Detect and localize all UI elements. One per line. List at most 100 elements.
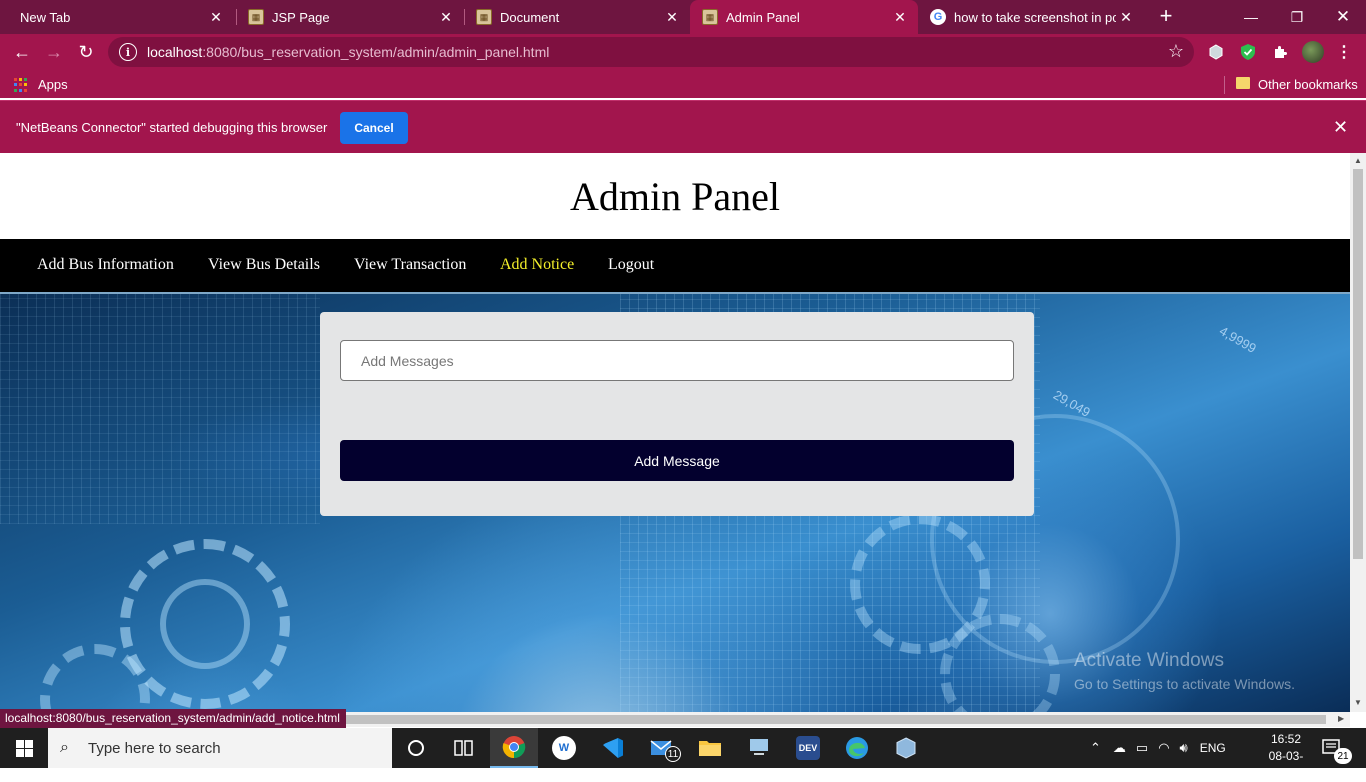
tab-close-icon[interactable]: ✕ [436,9,456,26]
dev-app-icon[interactable]: DEV [784,728,832,768]
tab-document[interactable]: ▦ Document ✕ [464,0,690,34]
bookmarks-divider [1224,76,1225,94]
bookmark-star-icon[interactable]: ☆ [1168,41,1184,62]
message-input[interactable] [340,340,1014,381]
extensions-puzzle-icon[interactable] [1270,42,1290,62]
vscode-icon[interactable] [589,728,637,768]
gear-hub-icon [160,579,250,669]
tab-label: JSP Page [272,9,330,25]
nav-add-notice[interactable]: Add Notice [500,256,574,274]
url-text[interactable]: localhost:8080/bus_reservation_system/ad… [147,44,549,60]
notification-center-icon[interactable]: 21 [1322,728,1352,768]
tab-label: New Tab [20,9,71,25]
tab-close-icon[interactable]: ✕ [1116,9,1136,26]
close-window-icon[interactable]: ✕ [1320,0,1366,34]
tab-close-icon[interactable]: ✕ [890,9,910,26]
infobar-message: "NetBeans Connector" started debugging t… [16,120,328,135]
tab-favicon-icon: ▦ [248,9,264,25]
cancel-debug-button[interactable]: Cancel [340,112,408,144]
clock-time: 16:52 [1270,732,1302,746]
address-bar[interactable]: i localhost:8080/bus_reservation_system/… [108,37,1194,67]
tab-admin-panel[interactable]: ▦ Admin Panel ✕ [690,0,918,34]
other-bookmarks[interactable]: Other bookmarks [1258,77,1358,92]
system-tray: ⌃ ☁ ▭ ◠ 🔊︎ ENG [1090,728,1226,768]
tab-close-icon[interactable]: ✕ [206,9,226,26]
mail-icon[interactable]: 11 [637,728,685,768]
vertical-scrollbar[interactable]: ▲ ▼ [1350,153,1366,712]
restore-icon[interactable]: ❐ [1274,0,1320,34]
task-view-icon[interactable] [440,728,488,768]
page-viewport: Admin Panel Add Bus Information View Bus… [0,153,1350,712]
back-arrow-icon[interactable]: ← [8,38,36,66]
onedrive-cloud-icon[interactable]: ☁ [1113,740,1126,756]
admin-navbar: Add Bus Information View Bus Details Vie… [0,239,1350,292]
nav-logout[interactable]: Logout [608,256,654,274]
tab-google-search[interactable]: G how to take screenshot in pc - ✕ [918,0,1144,34]
browser-tab-strip: New Tab ✕ ▦ JSP Page ✕ ▦ Document ✕ ▦ Ad… [0,0,1366,34]
nav-view-transaction[interactable]: View Transaction [354,256,466,274]
taskbar-search-box[interactable]: ⌕ Type here to search [48,728,392,768]
watermark-subtitle: Go to Settings to activate Windows. [1074,676,1295,692]
reload-icon[interactable]: ↻ [72,38,100,66]
add-message-button[interactable]: Add Message [340,440,1014,481]
forward-arrow-icon[interactable]: → [40,38,68,66]
chrome-menu-icon[interactable]: ⋮ [1334,42,1354,62]
folder-icon [1236,77,1250,89]
start-button[interactable] [0,728,48,768]
browser-toolbar: ← → ↻ i localhost:8080/bus_reservation_s… [0,34,1366,70]
debug-infobar: "NetBeans Connector" started debugging t… [0,100,1366,153]
chevron-up-icon[interactable]: ⌃ [1090,740,1101,756]
tab-jsp-page[interactable]: ▦ JSP Page ✕ [236,0,464,34]
profile-avatar[interactable] [1302,41,1324,63]
extension-cube-icon[interactable] [1206,42,1226,62]
bookmarks-bar: Apps Other bookmarks [0,70,1366,98]
battery-icon[interactable]: ▭ [1136,740,1148,756]
tab-new-tab[interactable]: New Tab ✕ [8,0,234,34]
tech-background-image: 4,9999 29,049 Add Message Activate Windo… [0,292,1350,712]
apps-bookmark[interactable]: Apps [38,77,68,92]
url-host: localhost [147,44,203,60]
search-icon: ⌕ [60,739,69,756]
tab-label: Admin Panel [726,9,800,25]
activate-windows-watermark: Activate Windows Go to Settings to activ… [1074,650,1295,692]
search-placeholder: Type here to search [88,739,221,757]
infobar-close-icon[interactable]: ✕ [1333,117,1348,138]
nav-view-bus-details[interactable]: View Bus Details [208,256,320,274]
word-glyph: W [552,736,576,760]
cortana-icon[interactable] [392,728,440,768]
scroll-down-arrow-icon[interactable]: ▼ [1354,698,1362,707]
site-info-icon[interactable]: i [119,43,137,61]
new-tab-plus-icon[interactable]: + [1154,5,1178,29]
scroll-up-arrow-icon[interactable]: ▲ [1354,156,1362,165]
tab-label: Document [500,9,560,25]
volume-icon[interactable]: 🔊︎ [1180,740,1188,756]
url-path: :8080/bus_reservation_system/admin/admin… [202,44,550,60]
taskbar-clock[interactable]: 16:52 08-03-2021 [1257,731,1315,782]
windows-taskbar: ⌕ Type here to search W 11 DEV ⌃ ☁ ▭ ◠ 🔊… [0,728,1366,780]
tab-label: how to take screenshot in pc - [954,9,1116,25]
background-number: 4,9999 [1216,323,1259,356]
notification-badge: 21 [1334,748,1352,764]
tab-close-icon[interactable]: ✕ [662,9,682,26]
word-app-icon[interactable]: W [540,728,588,768]
clock-date: 08-03-2021 [1268,749,1304,780]
apps-grid-icon[interactable] [14,78,28,92]
dev-glyph: DEV [796,736,820,760]
wifi-icon[interactable]: ◠ [1158,740,1169,756]
language-indicator[interactable]: ENG [1200,741,1226,755]
windows-logo-icon [15,739,33,757]
chrome-taskbar-icon[interactable] [490,728,538,768]
add-notice-form: Add Message [320,312,1034,516]
google-favicon-icon: G [930,9,946,25]
shield-extension-icon[interactable] [1238,42,1258,62]
box-app-icon[interactable] [882,728,930,768]
pc-app-icon[interactable] [735,728,783,768]
watermark-title: Activate Windows [1074,650,1224,671]
vertical-scroll-thumb[interactable] [1353,169,1363,559]
scroll-right-arrow-icon[interactable]: ▶ [1338,714,1344,723]
mail-badge: 11 [665,746,681,762]
edge-icon[interactable] [833,728,881,768]
file-explorer-icon[interactable] [686,728,734,768]
nav-add-bus-information[interactable]: Add Bus Information [37,256,174,274]
minimize-icon[interactable]: — [1228,0,1274,34]
